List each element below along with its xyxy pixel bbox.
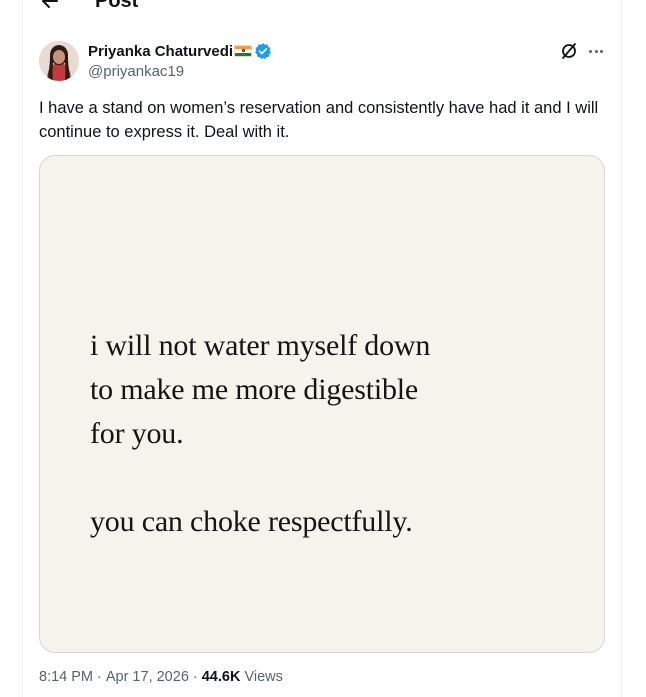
tweet-image[interactable]: i will not water myself down to make me … (39, 155, 605, 653)
quote-line: for you. (90, 417, 184, 450)
quote-closing-line: you can choke respectfully. (90, 505, 413, 538)
views-count: 44.6K (201, 669, 241, 685)
verified-badge-icon[interactable] (254, 42, 272, 60)
author-handle[interactable]: @priyankac19 (88, 63, 272, 80)
quote-line: to make me more digestible (90, 373, 419, 406)
separator: · (192, 669, 198, 685)
avatar[interactable] (39, 41, 79, 81)
image-quote: i will not water myself down to make me … (90, 324, 430, 544)
separator: · (97, 669, 102, 685)
tweet-meta: 8:14 PM · Apr 17, 2026 · 44.6K Views (39, 669, 283, 685)
india-flag-icon (234, 45, 253, 57)
more-options-icon[interactable] (586, 42, 606, 60)
author-name[interactable]: Priyanka Chaturvedi (88, 43, 233, 60)
post-date[interactable]: Apr 17, 2026 (106, 669, 189, 685)
tweet-text: I have a stand on women’s reservation an… (39, 99, 599, 141)
page-title: Post (95, 0, 139, 12)
views-label: Views (244, 669, 283, 685)
post-time[interactable]: 8:14 PM (39, 669, 93, 685)
top-bar: Post (40, 0, 138, 14)
arrow-left-icon[interactable] (40, 0, 60, 11)
quote-line: i will not water myself down (90, 329, 431, 362)
author-block: Priyanka Chaturvedi @priyankac19 (88, 42, 272, 80)
grok-icon[interactable] (560, 42, 578, 60)
